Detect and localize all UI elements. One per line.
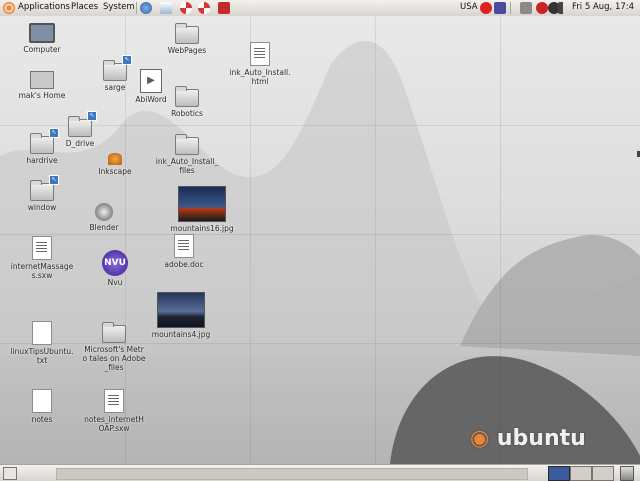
icon-label: internetMassages.sxw xyxy=(10,262,74,280)
doc-icon xyxy=(174,234,194,258)
icon-label: Robotics xyxy=(171,109,203,118)
desktop-icon-notes[interactable]: notes xyxy=(10,389,74,424)
link-badge-icon: ↖ xyxy=(49,128,59,138)
bottom-panel xyxy=(0,464,640,481)
desktop-icon-ink-files[interactable]: ink_Auto_Install_files xyxy=(155,134,219,175)
link-badge-icon: ↖ xyxy=(87,111,97,121)
taskbar-area[interactable] xyxy=(56,468,528,480)
top-panel: Applications Places System USA Fri 5 Aug… xyxy=(0,0,640,17)
icon-label: Blender xyxy=(89,223,119,232)
grid-line xyxy=(375,16,376,464)
image-icon xyxy=(178,186,226,222)
icon-label: mountains4.jpg xyxy=(151,330,211,339)
desktop-icon-webpages[interactable]: WebPages xyxy=(155,23,219,55)
grid-line xyxy=(500,16,501,464)
folder-icon: ↖ xyxy=(30,128,59,154)
desktop-icon-linuxtips[interactable]: linuxTipsUbuntu.txt xyxy=(10,321,74,365)
panel-separator xyxy=(136,2,137,14)
desktop-icon-internetmassages[interactable]: internetMassages.sxw xyxy=(10,236,74,280)
icon-label: hardrive xyxy=(26,156,58,165)
ubuntu-menu-icon[interactable] xyxy=(3,2,15,14)
applications-menu[interactable]: Applications xyxy=(18,2,70,12)
desktop-icon-window[interactable]: ↖ window xyxy=(10,175,74,212)
blender-icon xyxy=(95,203,113,221)
desktop-icon-adobe-doc[interactable]: adobe.doc xyxy=(152,234,216,269)
link-badge-icon: ↖ xyxy=(122,55,132,65)
folder-icon xyxy=(175,23,199,44)
desktop-icon-computer[interactable]: Computer xyxy=(10,23,74,54)
icon-label: mountains16.jpg xyxy=(170,224,234,233)
doc-icon xyxy=(32,236,52,260)
icon-label: mak's Home xyxy=(18,91,66,100)
lifebuoy-icon[interactable] xyxy=(180,2,192,14)
icon-label: notes xyxy=(31,415,53,424)
folder-icon xyxy=(102,322,126,343)
panel-separator xyxy=(510,2,511,14)
trash-icon[interactable] xyxy=(620,466,634,481)
image-icon xyxy=(157,292,205,328)
network-icon[interactable] xyxy=(520,2,532,14)
link-badge-icon: ↖ xyxy=(49,175,59,185)
desktop-icon-nvu[interactable]: NVU Nvu xyxy=(83,250,147,287)
icon-label: Inkscape xyxy=(98,167,132,176)
inkscape-icon xyxy=(108,153,122,165)
icon-label: adobe.doc xyxy=(164,260,204,269)
icon-label: notes_internetHOAP.sxw xyxy=(84,415,144,433)
desktop-icon-robotics[interactable]: Robotics xyxy=(155,86,219,118)
desktop-icon-mountains16[interactable]: mountains16.jpg xyxy=(170,186,234,233)
desktop-icon-mountains4[interactable]: mountains4.jpg xyxy=(149,292,213,339)
doc-icon xyxy=(104,389,124,413)
html-doc-icon xyxy=(250,42,270,66)
text-icon xyxy=(32,389,52,413)
desktop-icon-home[interactable]: mak's Home xyxy=(10,71,74,100)
help-icon[interactable] xyxy=(198,2,210,14)
icon-label: Microsoft's Metro tales on Adobe_files xyxy=(82,345,146,372)
desktop-icon-notes-internet[interactable]: notes_internetHOAP.sxw xyxy=(82,389,146,433)
icon-label: Computer xyxy=(23,45,61,54)
show-desktop-button[interactable] xyxy=(3,467,17,480)
grid-line xyxy=(0,234,640,235)
text-icon xyxy=(32,321,52,345)
folder-icon xyxy=(175,86,199,107)
no-entry-icon[interactable] xyxy=(480,2,492,14)
places-menu[interactable]: Places xyxy=(71,2,98,12)
keyboard-layout-indicator[interactable]: USA xyxy=(460,2,478,12)
system-menu[interactable]: System xyxy=(103,2,135,12)
notes-icon[interactable] xyxy=(494,2,506,14)
workspace-3[interactable] xyxy=(592,466,614,481)
desktop-icon-inkscape[interactable]: Inkscape xyxy=(83,153,147,176)
clock[interactable]: Fri 5 Aug, 17:4 xyxy=(572,2,634,12)
home-icon xyxy=(30,71,54,89)
ubuntu-circle-icon: ◉ xyxy=(470,426,490,451)
icon-label: ink_Auto_Install_files xyxy=(155,157,219,175)
icon-label: WebPages xyxy=(167,46,207,55)
desktop-icon-microsoft-metro[interactable]: Microsoft's Metro tales on Adobe_files xyxy=(82,322,146,372)
ubuntu-wallpaper-logo: ◉ ubuntu xyxy=(470,426,586,451)
red-alert-icon[interactable] xyxy=(536,2,548,14)
workspace-1[interactable] xyxy=(548,466,570,481)
icon-label: window xyxy=(27,203,57,212)
desktop-icon-ink-html[interactable]: ink_Auto_Install.html xyxy=(228,42,292,86)
workspace-2[interactable] xyxy=(570,466,592,481)
toolbox-icon[interactable] xyxy=(218,2,230,14)
volume-icon[interactable] xyxy=(558,2,570,14)
folder-icon: ↖ xyxy=(30,175,59,201)
icon-label: Nvu xyxy=(107,278,123,287)
mail-icon[interactable] xyxy=(160,2,172,14)
icon-label: linuxTipsUbuntu.txt xyxy=(10,347,74,365)
desktop-icon-hardrive[interactable]: ↖ hardrive xyxy=(10,128,74,165)
desktop[interactable]: ◉ ubuntu Computer mak's Home ↖ sarge ▶ A… xyxy=(0,16,640,464)
desktop-icon-blender[interactable]: Blender xyxy=(72,203,136,232)
computer-icon xyxy=(29,23,55,43)
nvu-icon: NVU xyxy=(102,250,128,276)
folder-icon xyxy=(175,134,199,155)
globe-icon[interactable] xyxy=(140,2,152,14)
folder-icon: ↖ xyxy=(68,111,97,137)
icon-label: ink_Auto_Install.html xyxy=(229,68,291,86)
